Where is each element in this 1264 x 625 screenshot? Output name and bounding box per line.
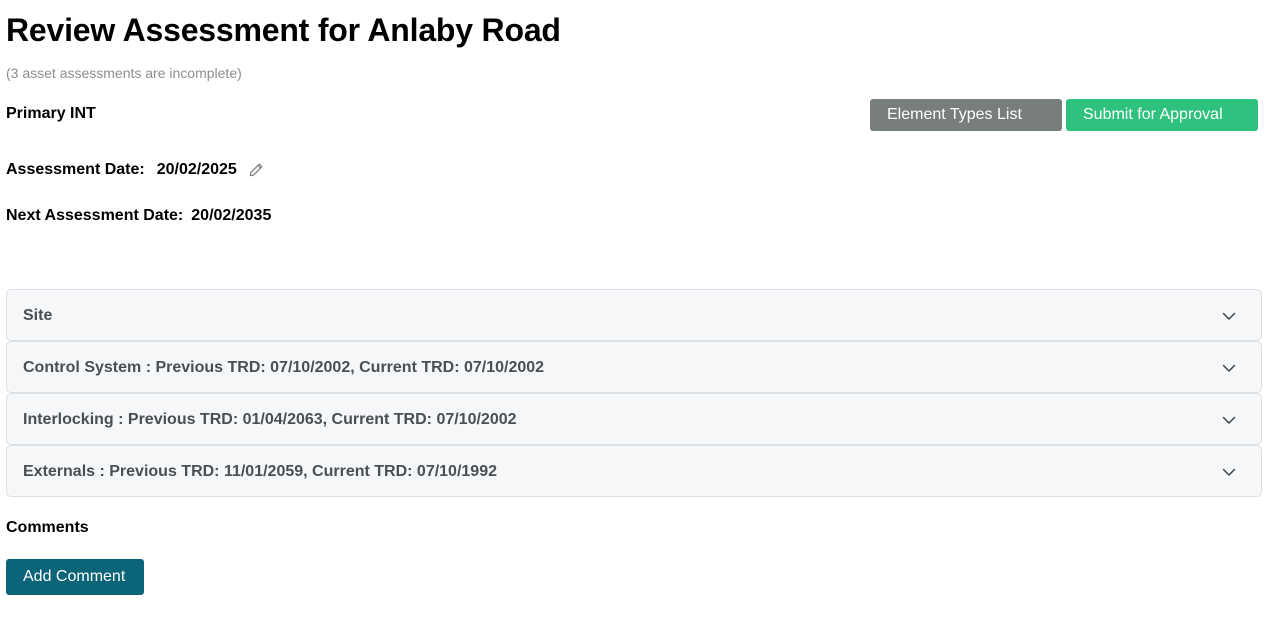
- next-assessment-date-label: Next Assessment Date:: [6, 207, 184, 224]
- accordion-item-interlocking[interactable]: Interlocking : Previous TRD: 01/04/2063,…: [6, 393, 1262, 445]
- chevron-down-icon: [1222, 364, 1236, 372]
- accordion-item-externals[interactable]: Externals : Previous TRD: 11/01/2059, Cu…: [6, 445, 1262, 497]
- accordion-item-label: Externals : Previous TRD: 11/01/2059, Cu…: [23, 463, 497, 480]
- primary-int-label: Primary INT: [6, 105, 96, 122]
- chevron-down-icon: [1222, 416, 1236, 424]
- next-assessment-date-row: Next Assessment Date: 20/02/2035: [6, 206, 271, 226]
- assessment-date-label: Assessment Date:: [6, 161, 145, 178]
- chevron-down-icon: [1222, 312, 1236, 320]
- assessment-date-value: 20/02/2025: [156, 161, 237, 178]
- accordion-item-label: Interlocking : Previous TRD: 01/04/2063,…: [23, 411, 517, 428]
- page-title: Review Assessment for Anlaby Road: [6, 12, 561, 48]
- element-types-list-button[interactable]: Element Types List: [870, 99, 1062, 131]
- assessment-accordion: Site Control System : Previous TRD: 07/1…: [6, 289, 1262, 497]
- incomplete-assessments-note: (3 asset assessments are incomplete): [6, 65, 242, 81]
- review-assessment-page: Review Assessment for Anlaby Road (3 ass…: [0, 0, 1264, 625]
- accordion-item-control-system[interactable]: Control System : Previous TRD: 07/10/200…: [6, 341, 1262, 393]
- accordion-item-site[interactable]: Site: [6, 289, 1262, 341]
- chevron-down-icon: [1222, 468, 1236, 476]
- assessment-date-row: Assessment Date: 20/02/2025: [6, 160, 264, 180]
- accordion-item-label: Site: [23, 307, 53, 324]
- comments-heading: Comments: [6, 519, 89, 536]
- add-comment-button[interactable]: Add Comment: [6, 559, 144, 595]
- next-assessment-date-value: 20/02/2035: [191, 207, 272, 224]
- submit-for-approval-button[interactable]: Submit for Approval: [1066, 99, 1258, 131]
- accordion-item-label: Control System : Previous TRD: 07/10/200…: [23, 359, 545, 376]
- pencil-icon[interactable]: [248, 162, 264, 178]
